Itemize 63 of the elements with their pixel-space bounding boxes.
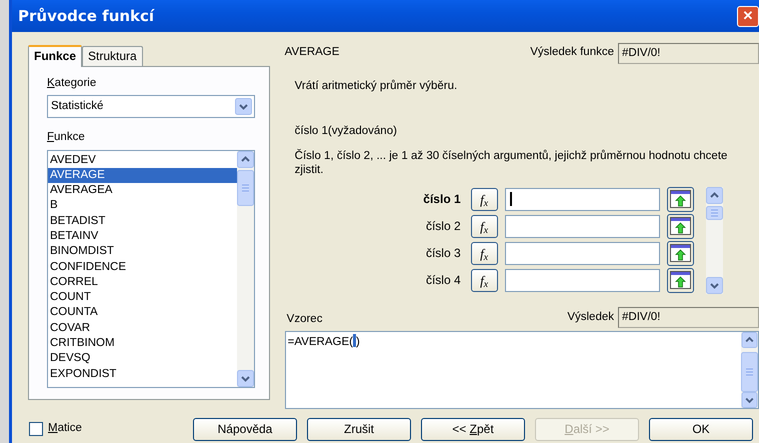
function-wizard-button[interactable]: f$_{x}$ <box>470 188 498 210</box>
close-button[interactable]: ✕ <box>737 6 759 26</box>
argument-label: číslo 2 <box>424 218 462 235</box>
function-item[interactable]: B <box>48 198 237 214</box>
window-title: Průvodce funkcí <box>18 6 154 27</box>
function-item[interactable]: EXPONDIST <box>48 366 237 382</box>
dialog-button[interactable]: << Zpět <box>421 418 525 440</box>
argument-field[interactable] <box>504 214 660 238</box>
function-result-label: Výsledek funkce <box>530 45 614 60</box>
argument-field[interactable] <box>504 242 660 264</box>
function-item[interactable]: DEVSQ <box>48 351 237 367</box>
matrix-checkbox[interactable] <box>29 422 43 436</box>
scroll-thumb[interactable] <box>706 206 723 220</box>
shrink-button[interactable] <box>666 214 694 238</box>
scroll-thumb[interactable] <box>236 170 254 206</box>
function-item[interactable]: AVERAGEA <box>48 183 237 198</box>
tab[interactable]: Funkce <box>28 45 82 67</box>
scroll-down-button[interactable] <box>706 276 723 294</box>
category-dropdown[interactable]: Statistické <box>47 95 255 118</box>
function-description: Vrátí aritmetický průměr výběru. <box>294 78 458 94</box>
category-label: Kategorie <box>47 76 98 91</box>
function-item[interactable]: COUNT <box>48 290 237 306</box>
scroll-thumb[interactable] <box>741 352 758 392</box>
function-item[interactable]: CORREL <box>48 274 237 290</box>
result-label: Výsledek <box>567 310 614 325</box>
function-item[interactable]: CRITBINOM <box>48 336 237 352</box>
shrink-button[interactable] <box>666 186 694 212</box>
shrink-button[interactable] <box>666 240 694 266</box>
function-item[interactable]: COUNTA <box>48 305 237 321</box>
function-item[interactable]: BINOMDIST <box>48 244 237 260</box>
function-item[interactable]: COVAR <box>48 320 237 336</box>
argument-description: Číslo 1, číslo 2, ... je 1 až 30 číselných argumentů, jejichž průměrnou hodnotu chcete zjistit. <box>294 148 728 176</box>
scroll-down-button[interactable] <box>741 392 758 408</box>
argument-field[interactable] <box>504 268 660 292</box>
argument-label: číslo 3 <box>424 245 462 262</box>
function-item[interactable]: CONFIDENCE <box>48 260 237 275</box>
result-field: #DIV/0! <box>618 307 759 328</box>
function-result-field: #DIV/0! <box>618 42 759 64</box>
function-list-label: Funkce <box>47 130 86 146</box>
argument-label: číslo 1 <box>422 191 462 208</box>
function-item[interactable]: AVEDEV <box>48 152 237 168</box>
function-name: AVERAGE <box>284 45 340 60</box>
function-item[interactable]: BETADIST <box>48 214 237 229</box>
argument-field[interactable] <box>504 188 660 210</box>
function-item[interactable]: BETAINV <box>48 228 237 244</box>
function-wizard-button[interactable]: f$_{x}$ <box>470 268 498 292</box>
formula-label: Vzorec <box>286 312 322 328</box>
shrink-button[interactable] <box>666 268 694 292</box>
scroll-up-button[interactable] <box>741 332 758 348</box>
dialog-button[interactable]: OK <box>649 418 753 440</box>
tab[interactable]: Struktura <box>82 46 143 66</box>
scroll-up-button[interactable] <box>236 150 254 168</box>
matrix-label: Matice <box>48 421 82 436</box>
dialog-button[interactable]: Nápověda <box>193 418 297 440</box>
argument-title: číslo 1(vyžadováno) <box>294 124 398 140</box>
function-item[interactable]: AVERAGE <box>48 168 237 184</box>
scroll-up-button[interactable] <box>706 186 723 204</box>
dialog-button[interactable]: Zrušit <box>307 418 411 440</box>
scroll-down-button[interactable] <box>236 370 254 386</box>
formula-field[interactable]: =AVERAGE( ) <box>284 330 759 408</box>
function-wizard-button[interactable]: f$_{x}$ <box>470 214 498 238</box>
function-wizard-button[interactable]: f$_{x}$ <box>470 242 498 264</box>
argument-label: číslo 4 <box>424 272 462 289</box>
